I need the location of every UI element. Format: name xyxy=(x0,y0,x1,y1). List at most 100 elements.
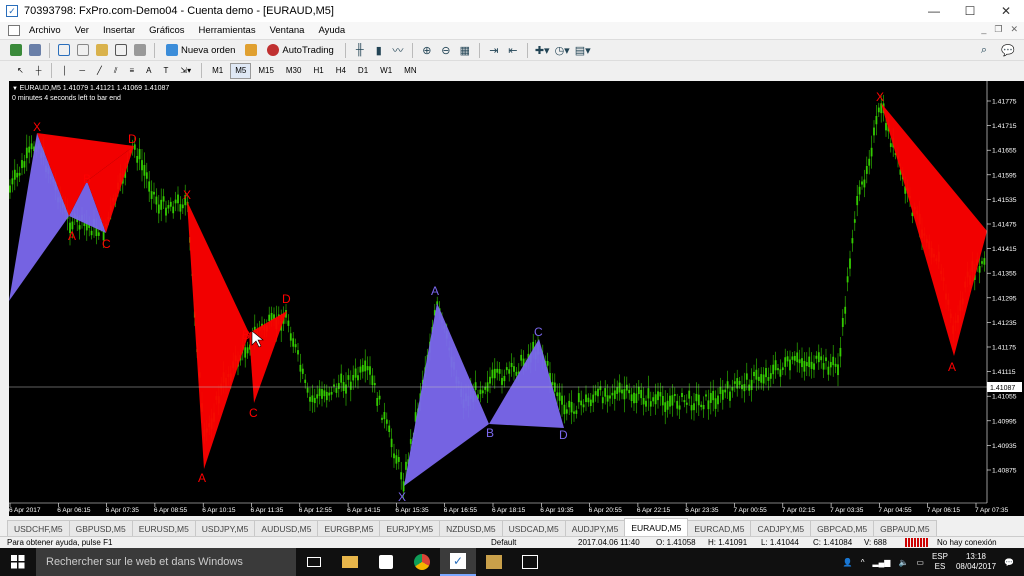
chart-tab[interactable]: GBPUSD,M5 xyxy=(68,520,133,536)
timeframe-h1[interactable]: H1 xyxy=(308,63,328,79)
market-watch-button[interactable] xyxy=(56,42,72,59)
chart-tab[interactable]: EURAUD,M5 xyxy=(624,518,689,536)
trendline-tool[interactable]: ╱ xyxy=(92,63,107,79)
status-close: C: 1.41084 xyxy=(813,538,853,547)
bar-chart-button[interactable]: ╫ xyxy=(352,42,368,59)
status-connection: No hay conexión xyxy=(937,538,997,547)
chart-tab[interactable]: EURGBP,M5 xyxy=(317,520,381,536)
chart-tab[interactable]: EURJPY,M5 xyxy=(379,520,441,536)
notification-icon[interactable]: ▭ xyxy=(916,558,924,567)
menu-archivo[interactable]: Archivo xyxy=(22,25,68,36)
terminal-button[interactable] xyxy=(113,42,129,59)
mdi-minimize-icon[interactable]: _ xyxy=(981,24,986,35)
candlestick-button[interactable]: ▮ xyxy=(371,42,387,59)
navigator-button[interactable] xyxy=(94,42,110,59)
timeframe-w1[interactable]: W1 xyxy=(375,63,397,79)
auto-scroll-button[interactable]: ⇥ xyxy=(486,42,502,59)
strategy-tester-button[interactable] xyxy=(132,42,148,59)
search-button[interactable]: ⌕ xyxy=(976,42,992,59)
channel-tool[interactable]: ⫽ xyxy=(109,63,123,79)
label-tool[interactable]: T xyxy=(158,63,173,79)
menu-ayuda[interactable]: Ayuda xyxy=(311,25,352,36)
chart-tab[interactable]: GBPCAD,M5 xyxy=(810,520,875,536)
text-tool[interactable]: A xyxy=(141,63,156,79)
new-chart-button[interactable] xyxy=(8,42,24,59)
chart-canvas[interactable]: XABCDXABCDXABCDXA 1.417751.417151.416551… xyxy=(9,81,1024,516)
pattern-point-label: D xyxy=(559,428,568,442)
timeframe-m15[interactable]: M15 xyxy=(253,63,279,79)
maximize-button[interactable]: ☐ xyxy=(952,0,988,22)
chart-tab[interactable]: USDCAD,M5 xyxy=(501,520,566,536)
menu-graficos[interactable]: Gráficos xyxy=(142,25,191,36)
candle-body xyxy=(750,379,753,391)
close-button[interactable]: ✕ xyxy=(988,0,1024,22)
chrome-button[interactable] xyxy=(404,548,440,576)
timeframe-d1[interactable]: D1 xyxy=(353,63,373,79)
volume-icon[interactable]: 🔈 xyxy=(898,558,908,567)
menu-ventana[interactable]: Ventana xyxy=(263,25,312,36)
clock[interactable]: 13:18 08/04/2017 xyxy=(956,552,996,572)
timeframe-m5[interactable]: M5 xyxy=(230,62,252,79)
timeframe-m1[interactable]: M1 xyxy=(207,63,228,79)
chat-button[interactable]: 💬 xyxy=(1000,42,1016,59)
menu-insertar[interactable]: Insertar xyxy=(96,25,142,36)
chart-tab[interactable]: USDJPY,M5 xyxy=(194,520,256,536)
price-chart[interactable]: XABCDXABCDXABCDXA 1.41775 1.41715 1.41655 1… xyxy=(9,81,1024,516)
candle-body xyxy=(702,405,705,410)
current-price-marker: 1.41087 xyxy=(987,382,1022,392)
metaeditor-taskbar-button[interactable] xyxy=(476,548,512,576)
minimize-button[interactable]: — xyxy=(916,0,952,22)
data-window-button[interactable] xyxy=(75,42,91,59)
timeframe-h4[interactable]: H4 xyxy=(331,63,351,79)
horizontal-line-tool[interactable]: ─ xyxy=(74,63,90,79)
time-tick-label: 7 Apr 00:55 xyxy=(734,507,768,514)
mdi-close-icon[interactable]: ✕ xyxy=(1010,24,1018,35)
chart-tab[interactable]: EURUSD,M5 xyxy=(131,520,196,536)
candle-body xyxy=(709,393,712,403)
zoom-in-button[interactable]: ⊕ xyxy=(419,42,435,59)
metatrader-button[interactable]: ✓ xyxy=(440,548,476,576)
timeframe-mn[interactable]: MN xyxy=(399,63,421,79)
tile-windows-button[interactable]: ▦ xyxy=(457,42,473,59)
action-center-icon[interactable]: 💬 xyxy=(1004,558,1014,567)
cursor-tool[interactable]: ↖ xyxy=(12,63,29,79)
store-button[interactable] xyxy=(368,548,404,576)
task-view-button[interactable] xyxy=(296,548,332,576)
chart-tab[interactable]: AUDJPY,M5 xyxy=(564,520,626,536)
price-tick-label: 1.41055 xyxy=(992,394,1017,401)
chart-tab[interactable]: NZDUSD,M5 xyxy=(439,520,503,536)
photos-button[interactable] xyxy=(512,548,548,576)
new-order-button[interactable]: Nueva orden xyxy=(161,42,240,59)
arrows-tool[interactable]: ⇲▾ xyxy=(175,63,196,79)
autotrading-button[interactable]: AutoTrading xyxy=(262,42,338,59)
status-open: O: 1.41058 xyxy=(656,538,696,547)
zoom-out-button[interactable]: ⊖ xyxy=(438,42,454,59)
chart-tab[interactable]: GBPAUD,M5 xyxy=(873,520,937,536)
chart-tab[interactable]: EURCAD,M5 xyxy=(687,520,752,536)
file-explorer-button[interactable] xyxy=(332,548,368,576)
line-chart-button[interactable]: 〰 xyxy=(390,42,406,59)
periods-button[interactable]: ◷▾ xyxy=(554,42,571,59)
chart-shift-button[interactable]: ⇤ xyxy=(505,42,521,59)
vertical-line-tool[interactable]: │ xyxy=(57,63,72,79)
indicators-button[interactable]: ✚▾ xyxy=(534,42,551,59)
chart-tab[interactable]: USDCHF,M5 xyxy=(7,520,70,536)
start-button[interactable] xyxy=(0,548,36,576)
mdi-restore-icon[interactable]: ❐ xyxy=(994,24,1002,35)
chart-tab[interactable]: AUDUSD,M5 xyxy=(254,520,319,536)
people-icon[interactable]: 👤 xyxy=(843,558,853,567)
menu-ver[interactable]: Ver xyxy=(68,25,96,36)
fibonacci-tool[interactable]: ≡ xyxy=(124,63,139,79)
tray-chevron-icon[interactable]: ^ xyxy=(861,558,865,567)
chart-tab[interactable]: CADJPY,M5 xyxy=(750,520,812,536)
profiles-button[interactable] xyxy=(27,42,43,59)
timeframe-m30[interactable]: M30 xyxy=(281,63,307,79)
crosshair-tool[interactable]: ┼ xyxy=(31,63,47,79)
language-indicator[interactable]: ESP ES xyxy=(932,552,948,572)
menu-herramientas[interactable]: Herramientas xyxy=(192,25,263,36)
templates-button[interactable]: ▤▾ xyxy=(574,42,592,59)
taskbar-search[interactable]: Rechercher sur le web et dans Windows xyxy=(36,548,296,576)
network-icon[interactable]: ▂▄▆ xyxy=(872,558,890,567)
metaeditor-button[interactable] xyxy=(243,42,259,59)
candle-body xyxy=(369,366,371,375)
